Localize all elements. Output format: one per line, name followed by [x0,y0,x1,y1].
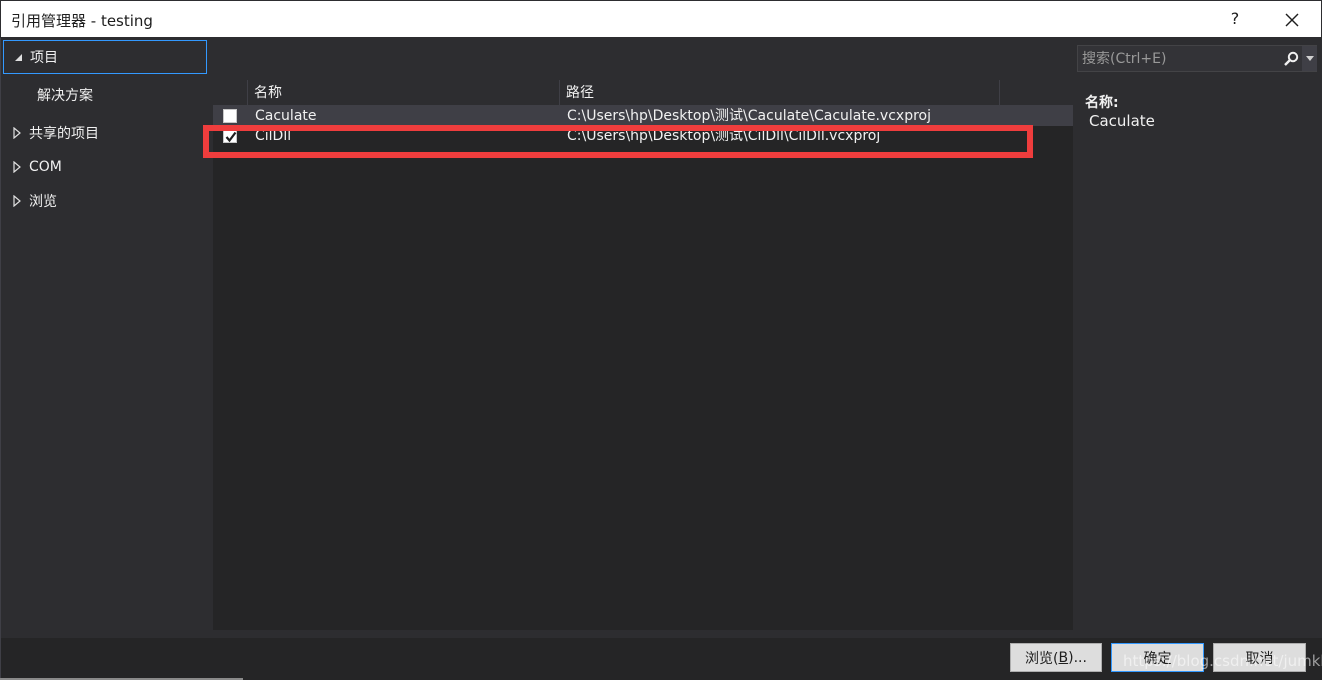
search-icon [1284,51,1299,66]
row-checkbox[interactable] [223,109,237,123]
row-name: CilDll [255,128,292,144]
browse-button[interactable]: 浏览(B)... [1010,643,1102,672]
cancel-button[interactable]: 取消 [1213,643,1306,672]
row-path: C:\Users\hp\Desktop\测试\Caculate\Caculate… [567,108,931,124]
nav-item-shared-projects[interactable]: 共享的项目 [3,116,207,150]
triangle-expanded-icon [8,52,28,62]
browse-button-label: 浏览( [1025,650,1059,667]
chevron-down-icon [1305,56,1314,61]
help-button[interactable]: ? [1223,7,1247,31]
nav-item-label: 项目 [30,50,58,66]
nav-item-solution[interactable]: 解决方案 [3,78,207,112]
nav-item-label: 浏览 [29,194,57,210]
checkmark-icon [225,131,237,143]
close-button[interactable] [1279,7,1305,33]
row-path: C:\Users\hp\Desktop\测试\CilDll\CilDll.vcx… [567,128,881,144]
row-checkbox[interactable] [223,129,237,143]
category-tree: 项目 解决方案 共享的项目 COM 浏览 [1,38,211,630]
table-row[interactable]: Caculate C:\Users\hp\Desktop\测试\Caculate… [213,106,1073,126]
column-header-name[interactable]: 名称 [247,80,559,106]
nav-item-label: 解决方案 [37,88,93,104]
detail-name-value: Caculate [1089,112,1155,130]
dialog-body: 项目 解决方案 共享的项目 COM 浏览 名称 路径 Caculate C:\U… [0,38,1322,638]
column-header-empty [999,80,1073,106]
nav-item-label: COM [29,159,62,175]
detail-name-label: 名称: [1085,95,1119,111]
browse-mnemonic: B [1058,649,1069,666]
triangle-collapsed-icon [7,195,27,207]
row-name: Caculate [255,108,317,124]
column-header-path[interactable]: 路径 [559,80,999,106]
window-title: 引用管理器 - testing [11,12,153,30]
nav-item-projects[interactable]: 项目 [3,40,207,74]
ok-button[interactable]: 确定 [1111,643,1204,672]
close-icon [1285,13,1299,27]
browse-button-suffix: )... [1068,649,1087,666]
nav-item-com[interactable]: COM [3,150,207,184]
dialog-footer: 浏览(B)... 确定 取消 https://blog.csdn.net/jum… [0,638,1322,680]
reference-grid: 名称 路径 Caculate C:\Users\hp\Desktop\测试\Ca… [213,80,1073,630]
triangle-collapsed-icon [7,161,27,173]
nav-item-label: 共享的项目 [29,126,99,142]
search-button[interactable] [1280,46,1302,71]
search-input[interactable] [1082,48,1272,70]
grid-header: 名称 路径 [213,80,1073,106]
nav-item-browse[interactable]: 浏览 [3,184,207,218]
title-bar: 引用管理器 - testing ? [0,0,1322,38]
details-pane: 名称: Caculate [1077,38,1322,630]
table-row[interactable]: CilDll C:\Users\hp\Desktop\测试\CilDll\Cil… [213,126,1073,146]
triangle-collapsed-icon [7,127,27,139]
search-options-dropdown[interactable] [1302,46,1317,71]
search-box [1077,45,1317,72]
